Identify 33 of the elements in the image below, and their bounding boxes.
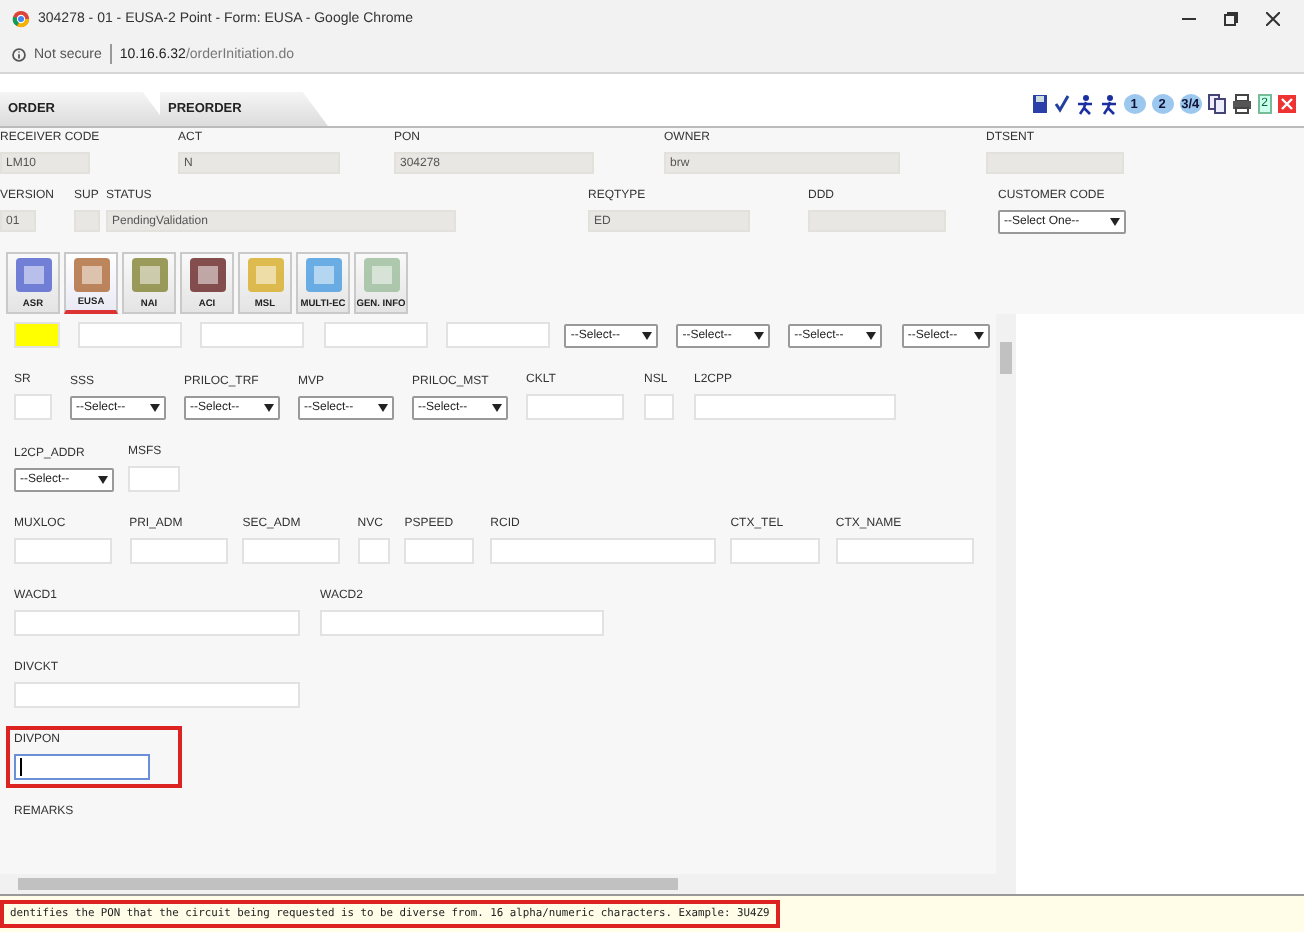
module-icon xyxy=(71,256,111,294)
module-icon xyxy=(361,256,401,294)
figure-icon[interactable] xyxy=(1075,93,1094,115)
caret-icon xyxy=(866,332,877,340)
close-icon[interactable] xyxy=(1266,11,1280,25)
save-icon[interactable] xyxy=(1031,94,1048,114)
caret-icon xyxy=(98,476,108,484)
input-field[interactable] xyxy=(14,754,150,780)
module-icon xyxy=(129,256,169,294)
caret-icon xyxy=(973,332,984,340)
module-icon xyxy=(303,256,343,294)
caret-icon xyxy=(754,332,765,340)
caret-icon xyxy=(378,404,388,412)
horizontal-scrollbar[interactable] xyxy=(0,874,1016,894)
restore-icon[interactable] xyxy=(1224,11,1238,25)
module-icon xyxy=(13,256,53,294)
readonly-field xyxy=(808,210,946,232)
caret-icon xyxy=(264,404,274,412)
vertical-scrollbar[interactable] xyxy=(996,314,1016,874)
readonly-field xyxy=(74,210,100,232)
module-icon xyxy=(245,256,285,294)
figure-icon[interactable] xyxy=(1099,93,1118,115)
module-icon xyxy=(187,256,227,294)
caret-icon xyxy=(150,404,160,412)
readonly-field xyxy=(986,152,1124,174)
check-icon[interactable] xyxy=(1053,94,1070,114)
caret-icon xyxy=(1110,218,1120,226)
copy-icon[interactable] xyxy=(1207,94,1226,114)
caret-icon xyxy=(492,404,502,412)
printer-icon[interactable] xyxy=(1231,94,1252,114)
info-icon[interactable] xyxy=(12,47,26,61)
browser-icon xyxy=(12,9,30,27)
caret-icon xyxy=(642,332,653,340)
